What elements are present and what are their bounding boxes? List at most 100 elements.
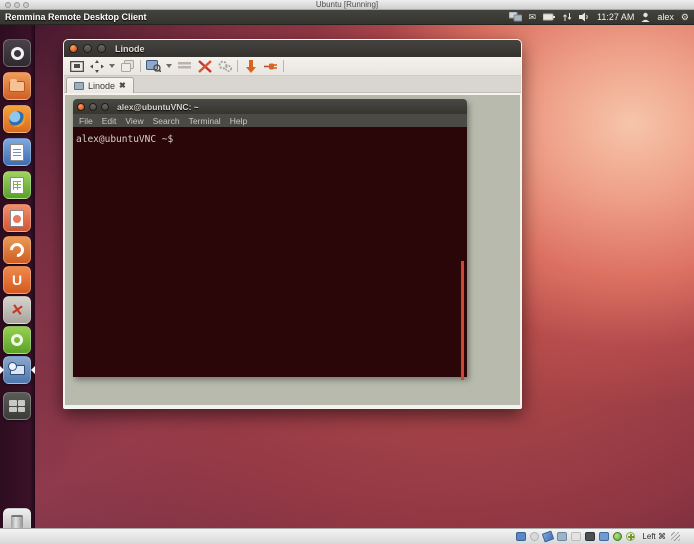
unity-launcher: U ✕ — [0, 25, 35, 528]
remmina-toolbar — [64, 57, 521, 76]
menu-terminal[interactable]: Terminal — [189, 116, 221, 126]
launcher-item-libreoffice-impress[interactable] — [3, 204, 31, 232]
usb-icon[interactable] — [557, 532, 567, 541]
virtualbox-vm-window: Ubuntu [Running] Remmina Remote Desktop … — [0, 0, 694, 544]
vnc-viewport[interactable]: alex@ubuntuVNC: ~ File Edit View Search … — [65, 95, 520, 405]
terminal-close-button[interactable] — [77, 103, 85, 111]
launcher-item-files[interactable] — [3, 72, 31, 100]
user-icon — [641, 12, 650, 22]
fit-window-icon[interactable] — [89, 60, 104, 73]
terminal-window-title: alex@ubuntuVNC: ~ — [117, 102, 199, 112]
keyboard-grab-icon[interactable] — [177, 60, 192, 73]
virtualization-features-icon[interactable] — [613, 532, 622, 541]
mail-icon[interactable]: ✉ — [529, 10, 537, 25]
minimize-to-tray-icon[interactable] — [243, 60, 258, 73]
fit-window-dropdown[interactable] — [109, 64, 115, 68]
sync-arrows-icon[interactable] — [563, 12, 572, 22]
network-monitors-icon[interactable] — [509, 12, 522, 22]
connection-tab-linode[interactable]: Linode ✖ — [66, 77, 134, 93]
menu-search[interactable]: Search — [153, 116, 180, 126]
resize-grip[interactable] — [670, 532, 680, 542]
remmina-titlebar[interactable]: Linode — [64, 40, 521, 57]
launcher-item-libreoffice-calc[interactable] — [3, 171, 31, 199]
tab-close-icon[interactable]: ✖ — [119, 81, 126, 90]
preferences-tools-icon[interactable] — [197, 60, 212, 73]
tab-label: Linode — [88, 81, 115, 91]
scaled-mode-dropdown[interactable] — [166, 64, 172, 68]
floppy-icon[interactable] — [571, 532, 581, 541]
tools-gears-icon[interactable] — [217, 60, 232, 73]
indicator-tray: ✉ 11:27 AM alex ⚙ — [509, 10, 694, 25]
remote-screen-icon — [74, 82, 84, 90]
terminal-menubar: File Edit View Search Terminal Help — [73, 114, 467, 127]
toolbar-separator — [283, 60, 284, 72]
green-app-icon — [11, 334, 23, 346]
terminal-maximize-button[interactable] — [101, 103, 109, 111]
calc-spreadsheet-icon — [10, 177, 24, 194]
vbox-statusbar: Left ⌘ — [0, 528, 694, 544]
running-indicator-arrow — [0, 366, 4, 374]
remmina-tabbar: Linode ✖ — [64, 76, 521, 93]
mouse-integration-icon[interactable] — [626, 532, 635, 541]
optical-drives-icon[interactable] — [530, 532, 539, 541]
appmenu-title[interactable]: Remmina Remote Desktop Client — [0, 12, 147, 22]
remote-terminal-window: alex@ubuntuVNC: ~ File Edit View Search … — [73, 99, 467, 377]
battery-icon[interactable] — [543, 13, 556, 21]
fullscreen-icon[interactable] — [69, 60, 84, 73]
disconnect-icon[interactable] — [263, 60, 278, 73]
ubuntu-one-icon: U — [12, 273, 22, 287]
launcher-item-system-settings[interactable]: ✕ — [3, 296, 31, 324]
launcher-item-trash[interactable] — [3, 508, 31, 528]
audio-icon[interactable] — [542, 531, 554, 543]
launcher-item-ubuntu-one[interactable]: U — [3, 266, 31, 294]
session-gear-icon[interactable]: ⚙ — [681, 10, 689, 25]
toolbar-separator — [237, 60, 238, 72]
launcher-item-firefox[interactable] — [3, 105, 31, 133]
window-minimize-button[interactable] — [83, 44, 92, 53]
network-adapter-icon[interactable] — [585, 532, 595, 541]
remmina-icon — [10, 365, 25, 375]
focused-indicator-arrow — [31, 366, 35, 374]
remmina-window-title: Linode — [115, 44, 145, 54]
duplicate-icon[interactable] — [120, 60, 135, 73]
menu-help[interactable]: Help — [230, 116, 247, 126]
trash-icon — [11, 515, 23, 528]
host-window-titlebar[interactable]: Ubuntu [Running] — [0, 0, 694, 10]
volume-icon[interactable] — [579, 12, 590, 22]
software-center-icon — [7, 240, 27, 260]
folder-icon — [9, 81, 25, 92]
launcher-item-software-center[interactable] — [3, 236, 31, 264]
ubuntu-logo-icon — [11, 47, 24, 60]
user-menu[interactable]: alex — [657, 12, 674, 22]
menu-file[interactable]: File — [79, 116, 93, 126]
window-maximize-button[interactable] — [97, 44, 106, 53]
launcher-item-dash-home[interactable] — [3, 39, 31, 67]
menu-edit[interactable]: Edit — [102, 116, 117, 126]
firefox-icon — [9, 111, 25, 127]
terminal-minimize-button[interactable] — [89, 103, 97, 111]
scaled-mode-icon[interactable] — [146, 60, 161, 73]
impress-presentation-icon — [10, 210, 24, 227]
ubuntu-top-panel: Remmina Remote Desktop Client ✉ 11:27 AM — [0, 10, 694, 25]
launcher-item-libreoffice-writer[interactable] — [3, 138, 31, 166]
settings-tools-icon: ✕ — [9, 300, 25, 320]
launcher-item-software-green[interactable] — [3, 326, 31, 354]
menu-view[interactable]: View — [125, 116, 143, 126]
display-icon[interactable] — [599, 532, 609, 541]
clock[interactable]: 11:27 AM — [597, 12, 634, 22]
window-close-button[interactable] — [69, 44, 78, 53]
workspace-switcher-icon — [9, 400, 25, 412]
host-key-indicator: Left ⌘ — [639, 532, 666, 541]
terminal-titlebar[interactable]: alex@ubuntuVNC: ~ — [73, 99, 467, 114]
render-artifact-vertical — [461, 261, 464, 380]
toolbar-separator — [140, 60, 141, 72]
remmina-window: Linode — [63, 39, 522, 409]
terminal-content[interactable]: alex@ubuntuVNC ~$ — [73, 127, 467, 377]
ubuntu-desktop-wallpaper: Remmina Remote Desktop Client ✉ 11:27 AM — [0, 10, 694, 528]
launcher-item-remmina[interactable] — [3, 356, 31, 384]
launcher-item-workspace-switcher[interactable] — [3, 392, 31, 420]
writer-document-icon — [10, 144, 24, 161]
shell-prompt: alex@ubuntuVNC ~$ — [76, 134, 173, 145]
host-window-title: Ubuntu [Running] — [0, 0, 694, 10]
hard-disks-icon[interactable] — [516, 532, 526, 541]
